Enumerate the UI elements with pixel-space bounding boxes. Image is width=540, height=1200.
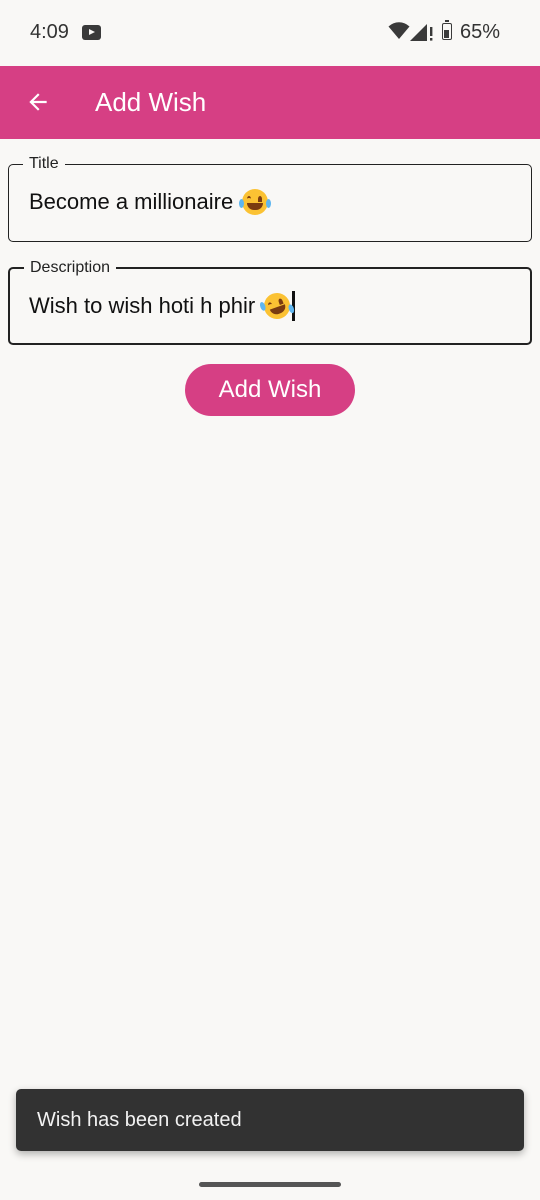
app-bar: Add Wish (0, 66, 540, 139)
wifi-icon (388, 22, 410, 39)
title-text: Become a millionaire (29, 189, 234, 214)
snackbar: Wish has been created (16, 1089, 524, 1151)
status-time: 4:09 (30, 21, 69, 43)
signal-icon (410, 24, 433, 41)
youtube-notification-icon (82, 25, 101, 40)
description-field-label: Description (24, 258, 117, 278)
description-field[interactable]: Description Wish to wish hoti h phir (8, 258, 532, 345)
page-title: Add Wish (95, 87, 207, 117)
gesture-nav-handle[interactable] (199, 1182, 341, 1187)
description-field-value[interactable]: Wish to wish hoti h phir (29, 289, 296, 323)
description-text: Wish to wish hoti h phir (29, 293, 256, 318)
status-icons: 65% (370, 0, 540, 66)
rolling-on-the-floor-laughing-emoji (259, 289, 296, 323)
face-with-tears-of-joy-emoji (239, 189, 272, 215)
title-field[interactable]: Title Become a millionaire (8, 154, 532, 242)
back-button[interactable] (18, 82, 58, 122)
arrow-back-icon (29, 93, 47, 111)
title-field-label: Title (23, 154, 65, 174)
add-wish-button[interactable]: Add Wish (185, 364, 355, 416)
title-field-value[interactable]: Become a millionaire (29, 189, 272, 215)
status-bar: 4:09 65% (0, 0, 540, 66)
battery-icon (442, 20, 452, 40)
snackbar-message: Wish has been created (37, 1109, 242, 1131)
battery-percentage: 65% (460, 21, 501, 43)
